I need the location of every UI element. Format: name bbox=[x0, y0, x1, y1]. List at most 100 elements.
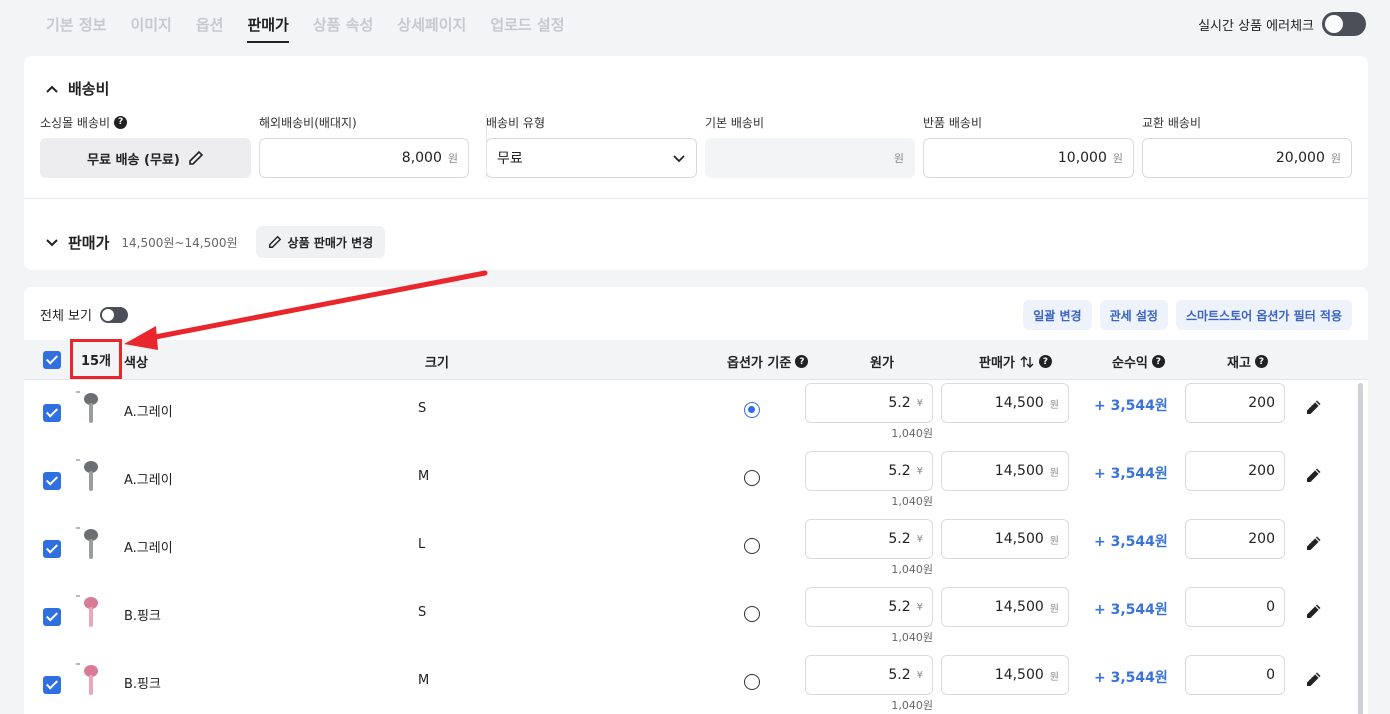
row-checkbox[interactable] bbox=[43, 472, 61, 490]
price-input[interactable]: 14,500 원 bbox=[941, 519, 1069, 559]
vertical-scrollbar[interactable] bbox=[1358, 383, 1363, 714]
cost-value: 5.2 bbox=[888, 531, 911, 547]
price-value: 14,500 bbox=[994, 463, 1044, 479]
base-option-radio[interactable] bbox=[744, 674, 760, 690]
tab-detail-page[interactable]: 상세페이지 bbox=[397, 14, 466, 43]
realtime-error-check-toggle[interactable] bbox=[1322, 12, 1366, 36]
header-price-label: 판매가 bbox=[979, 356, 1015, 371]
yuan-unit: ¥ bbox=[916, 533, 923, 545]
yuan-unit: ¥ bbox=[916, 669, 923, 681]
product-thumbnail bbox=[76, 595, 98, 627]
option-color: B.핑크 bbox=[124, 609, 161, 624]
stock-input[interactable]: 0 bbox=[1185, 587, 1285, 627]
return-fee-input[interactable]: 10,000 원 bbox=[923, 138, 1134, 178]
shipping-section-header[interactable]: 배송비 bbox=[44, 78, 109, 99]
fee-type-label: 배송비 유형 bbox=[486, 115, 546, 130]
pencil-icon[interactable] bbox=[1304, 533, 1324, 553]
select-all-checkbox[interactable] bbox=[43, 351, 61, 369]
tab-upload-settings[interactable]: 업로드 설정 bbox=[490, 14, 564, 43]
cost-krw: 1,040원 bbox=[891, 563, 933, 576]
pencil-icon[interactable] bbox=[1304, 397, 1324, 417]
customs-settings-button[interactable]: 관세 설정 bbox=[1099, 300, 1168, 330]
price-value: 14,500 bbox=[994, 395, 1044, 411]
pencil-icon[interactable] bbox=[1304, 669, 1324, 689]
table-row: A.그레이 S 5.2 ¥ 1,040원 14,500 원 + 3,544원 200 bbox=[24, 383, 1368, 451]
cost-input[interactable]: 5.2 ¥ bbox=[805, 587, 933, 627]
stock-value: 200 bbox=[1248, 531, 1275, 547]
table-row: B.핑크 M 5.2 ¥ 1,040원 14,500 원 + 3,544원 0 bbox=[24, 655, 1368, 714]
option-size: M bbox=[418, 469, 430, 484]
help-icon[interactable]: ? bbox=[114, 115, 128, 129]
stock-input[interactable]: 0 bbox=[1185, 655, 1285, 695]
table-row: A.그레이 L 5.2 ¥ 1,040원 14,500 원 + 3,544원 200 bbox=[24, 519, 1368, 587]
pencil-icon[interactable] bbox=[1304, 465, 1324, 485]
cost-krw: 1,040원 bbox=[891, 699, 933, 712]
bulk-change-button[interactable]: 일괄 변경 bbox=[1023, 300, 1092, 330]
change-price-button[interactable]: 상품 판매가 변경 bbox=[255, 226, 386, 258]
fee-type-field: 배송비 유형 무료 bbox=[486, 114, 697, 178]
overseas-fee-input[interactable]: 8,000 원 bbox=[259, 138, 469, 178]
won-unit: 원 bbox=[447, 152, 458, 165]
tab-options[interactable]: 옵션 bbox=[196, 14, 224, 43]
help-icon[interactable]: ? bbox=[1151, 355, 1165, 368]
smartstore-filter-button[interactable]: 스마트스토어 옵션가 필터 적용 bbox=[1175, 300, 1352, 330]
top-tab-bar: 기본 정보 이미지 옵션 판매가 상품 속성 상세페이지 업로드 설정 실시간 … bbox=[0, 0, 1390, 48]
base-option-radio[interactable] bbox=[744, 470, 760, 486]
table-row: A.그레이 M 5.2 ¥ 1,040원 14,500 원 + 3,544원 200 bbox=[24, 451, 1368, 519]
view-all-label: 전체 보기 bbox=[40, 309, 92, 324]
base-option-radio[interactable] bbox=[744, 538, 760, 554]
profit-value: + 3,544원 bbox=[1094, 398, 1168, 414]
stock-input[interactable]: 200 bbox=[1185, 383, 1285, 423]
help-icon[interactable]: ? bbox=[1038, 355, 1052, 368]
won-unit: 원 bbox=[1049, 671, 1059, 683]
tab-sale-price[interactable]: 판매가 bbox=[247, 14, 289, 43]
cost-input[interactable]: 5.2 ¥ bbox=[805, 383, 933, 423]
row-checkbox[interactable] bbox=[43, 540, 61, 558]
header-stock: 재고? bbox=[1227, 352, 1268, 371]
option-color: B.핑크 bbox=[124, 677, 161, 692]
won-unit: 원 bbox=[1049, 467, 1059, 479]
fee-type-select[interactable]: 무료 bbox=[486, 138, 697, 178]
option-size: L bbox=[418, 537, 426, 552]
cost-value: 5.2 bbox=[888, 463, 911, 479]
mall-fee-button[interactable]: 무료 배송 (무료) bbox=[40, 138, 251, 178]
tab-product-attributes[interactable]: 상품 속성 bbox=[313, 14, 373, 43]
option-size: S bbox=[418, 605, 427, 620]
price-input[interactable]: 14,500 원 bbox=[941, 587, 1069, 627]
help-icon[interactable]: ? bbox=[1254, 355, 1268, 368]
row-checkbox[interactable] bbox=[43, 404, 61, 422]
stock-value: 200 bbox=[1248, 395, 1275, 411]
won-unit: 원 bbox=[1049, 535, 1059, 547]
stock-input[interactable]: 200 bbox=[1185, 519, 1285, 559]
price-input[interactable]: 14,500 원 bbox=[941, 451, 1069, 491]
row-checkbox[interactable] bbox=[43, 608, 61, 626]
price-input[interactable]: 14,500 원 bbox=[941, 383, 1069, 423]
stock-value: 0 bbox=[1266, 599, 1275, 615]
row-checkbox[interactable] bbox=[43, 676, 61, 694]
option-color: A.그레이 bbox=[124, 405, 173, 420]
help-icon[interactable]: ? bbox=[795, 355, 809, 368]
view-all-toggle[interactable] bbox=[99, 306, 128, 323]
cost-input[interactable]: 5.2 ¥ bbox=[805, 655, 933, 695]
base-option-radio[interactable] bbox=[744, 606, 760, 622]
option-color: A.그레이 bbox=[124, 541, 173, 556]
sort-icon[interactable] bbox=[1019, 354, 1035, 370]
stock-input[interactable]: 200 bbox=[1185, 451, 1285, 491]
product-thumbnail bbox=[76, 527, 98, 559]
cost-input[interactable]: 5.2 ¥ bbox=[805, 451, 933, 491]
header-cost: 원가 bbox=[870, 356, 894, 371]
base-option-radio[interactable] bbox=[744, 402, 760, 418]
option-color: A.그레이 bbox=[124, 473, 173, 488]
tab-basic-info[interactable]: 기본 정보 bbox=[46, 14, 106, 43]
return-fee-value: 10,000 bbox=[1057, 150, 1107, 166]
price-section-header: 판매가 14,500원~14,500원 상품 판매가 변경 bbox=[44, 226, 386, 258]
pencil-icon[interactable] bbox=[1304, 601, 1324, 621]
exchange-fee-input[interactable]: 20,000 원 bbox=[1142, 138, 1352, 178]
chevron-down-icon[interactable] bbox=[44, 234, 60, 250]
base-fee-input: 원 bbox=[705, 138, 915, 178]
mall-fee-label: 소싱몰 배송비 bbox=[40, 115, 111, 130]
cost-input[interactable]: 5.2 ¥ bbox=[805, 519, 933, 559]
price-input[interactable]: 14,500 원 bbox=[941, 655, 1069, 695]
header-base: 옵션가 기준? bbox=[727, 352, 809, 371]
tab-images[interactable]: 이미지 bbox=[130, 14, 171, 43]
